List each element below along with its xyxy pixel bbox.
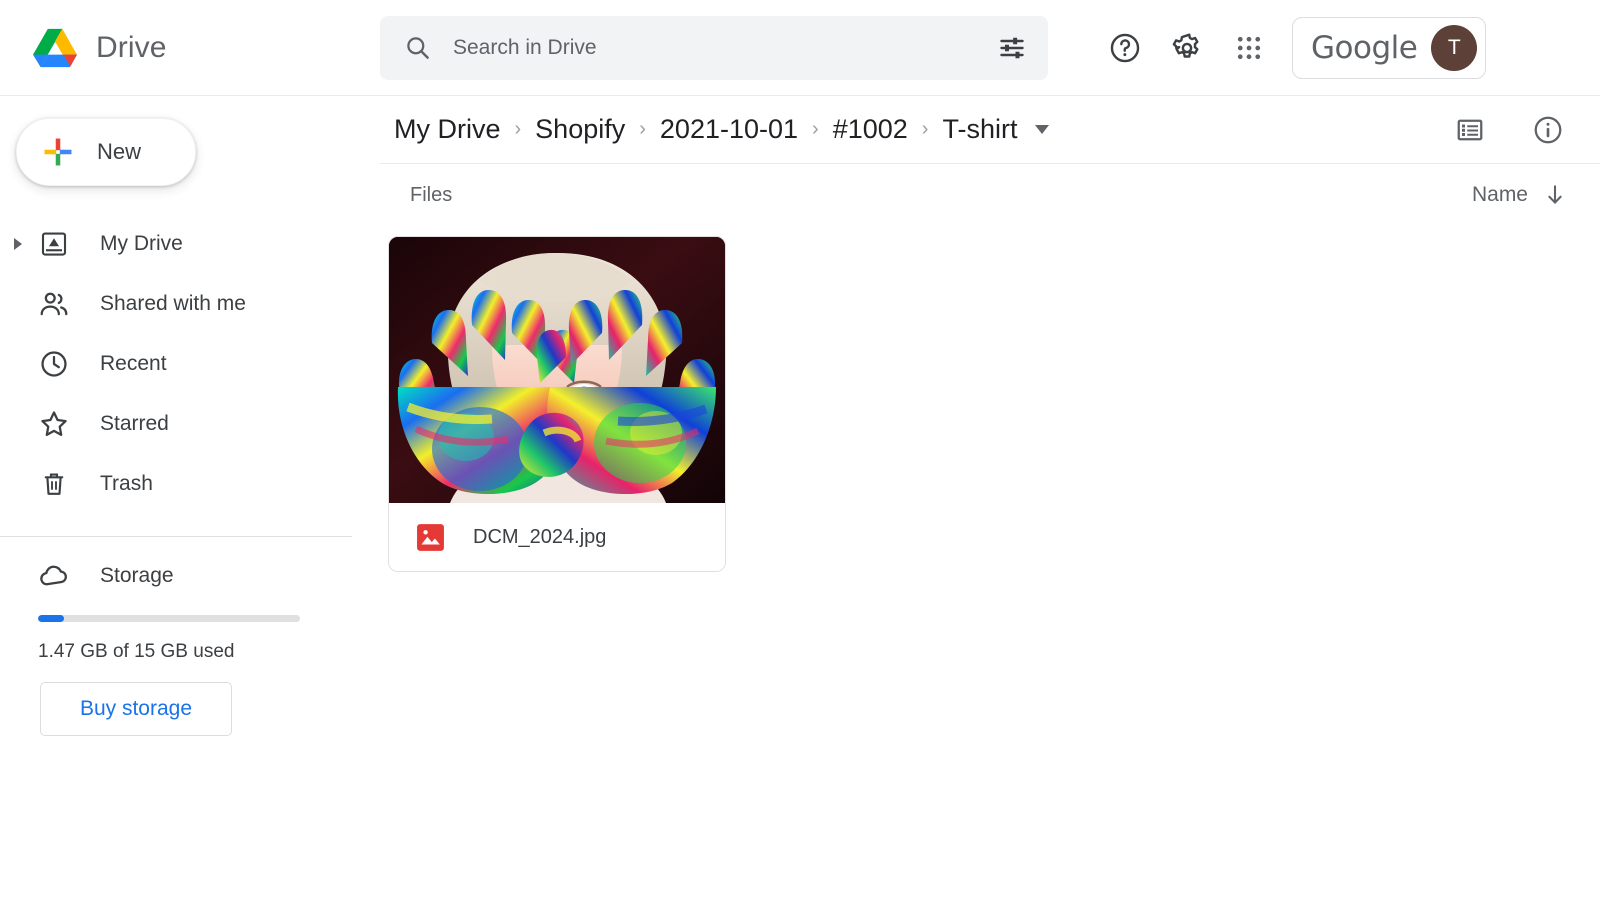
sort-label: Name: [1471, 183, 1528, 206]
sidebar-item-label: My Drive: [100, 232, 183, 255]
sidebar-item-trash[interactable]: Trash: [0, 454, 380, 514]
drive-logo-icon: [33, 28, 77, 67]
sidebar-item-my-drive[interactable]: My Drive: [0, 214, 380, 274]
tune-filter-icon[interactable]: [998, 34, 1026, 62]
sidebar-item-label: Trash: [100, 472, 153, 495]
file-name: DCM_2024.jpg: [473, 525, 607, 548]
breadcrumb-separator: ›: [812, 118, 819, 140]
storage-link[interactable]: Storage: [0, 545, 380, 607]
files-section-title: Files: [410, 183, 453, 206]
trash-icon: [38, 468, 70, 500]
help-button[interactable]: [1094, 17, 1156, 79]
list-view-icon: [1457, 119, 1483, 140]
file-thumbnail[interactable]: [389, 237, 725, 503]
storage-progress-bar: [38, 615, 300, 622]
breadcrumb-separator: ›: [921, 118, 929, 140]
storage-label: Storage: [100, 564, 174, 587]
file-card-footer: DCM_2024.jpg: [389, 503, 725, 571]
breadcrumb-item-my-drive[interactable]: My Drive: [394, 114, 501, 145]
arrow-down-icon[interactable]: [1542, 182, 1568, 208]
sidebar: New My Drive Shared with me Recent Starr…: [0, 96, 380, 900]
buy-storage-button[interactable]: Buy storage: [40, 682, 232, 736]
search-icon: [407, 37, 429, 59]
expand-caret-icon[interactable]: [14, 238, 22, 250]
main-content: My Drive › Shopify › 2021-10-01 › #1002 …: [380, 96, 1600, 900]
breadcrumb-item-date[interactable]: 2021-10-01: [660, 114, 798, 145]
brand-area[interactable]: Drive: [0, 27, 380, 69]
file-card[interactable]: DCM_2024.jpg: [388, 236, 726, 572]
my-drive-icon: [38, 228, 70, 260]
search-bar[interactable]: [380, 15, 1048, 80]
help-circle-icon: [1110, 33, 1140, 62]
breadcrumb-separator: ›: [514, 118, 522, 140]
header-actions: Google T: [1094, 16, 1487, 79]
chevron-down-icon[interactable]: [1035, 125, 1050, 134]
app-title: Drive: [96, 30, 167, 64]
sidebar-item-shared-with-me[interactable]: Shared with me: [0, 274, 380, 334]
app-header: Drive Search in Drive Google T: [0, 0, 1600, 96]
avatar[interactable]: T: [1431, 24, 1478, 71]
settings-button[interactable]: [1156, 17, 1218, 79]
breadcrumb-item-shopify[interactable]: Shopify: [535, 114, 625, 145]
star-icon: [38, 408, 70, 440]
cloud-icon: [38, 560, 70, 592]
breadcrumb-actions: [1444, 104, 1574, 156]
info-circle-icon: [1534, 116, 1562, 143]
gear-icon: [1172, 32, 1199, 58]
new-button-label: New: [97, 139, 142, 164]
google-apps-button[interactable]: [1218, 17, 1280, 79]
breadcrumb-separator: ›: [639, 118, 646, 140]
search-input[interactable]: [453, 35, 998, 60]
storage-usage-text: 1.47 GB of 15 GB used: [38, 641, 235, 662]
storage-progress-fill: [38, 615, 64, 622]
breadcrumb: My Drive › Shopify › 2021-10-01 › #1002 …: [380, 96, 1600, 164]
sidebar-item-label: Starred: [100, 412, 169, 435]
sidebar-item-recent[interactable]: Recent: [0, 334, 380, 394]
apps-grid-icon: [1237, 36, 1261, 59]
sidebar-item-label: Recent: [100, 352, 167, 375]
sort-control[interactable]: Name: [1472, 182, 1568, 208]
files-grid: DCM_2024.jpg: [380, 226, 1600, 572]
details-info-button[interactable]: [1522, 104, 1574, 156]
files-section-header: Files Name: [380, 164, 1600, 226]
account-label: Google: [1311, 29, 1418, 66]
plus-icon: [44, 138, 72, 166]
thumbnail-image: [389, 237, 725, 503]
sidebar-nav: My Drive Shared with me Recent Starred T…: [0, 214, 380, 514]
people-icon: [38, 288, 70, 320]
sidebar-divider: [0, 536, 352, 537]
list-view-button[interactable]: [1444, 104, 1496, 156]
new-button[interactable]: New: [16, 118, 196, 186]
breadcrumb-item-order[interactable]: #1002: [833, 114, 908, 145]
sidebar-item-starred[interactable]: Starred: [0, 394, 380, 454]
breadcrumb-item-current[interactable]: T-shirt: [942, 114, 1017, 145]
account-chip[interactable]: Google T: [1292, 16, 1487, 79]
sidebar-item-label: Shared with me: [100, 292, 246, 315]
image-file-icon: [417, 523, 444, 551]
clock-icon: [38, 348, 70, 380]
